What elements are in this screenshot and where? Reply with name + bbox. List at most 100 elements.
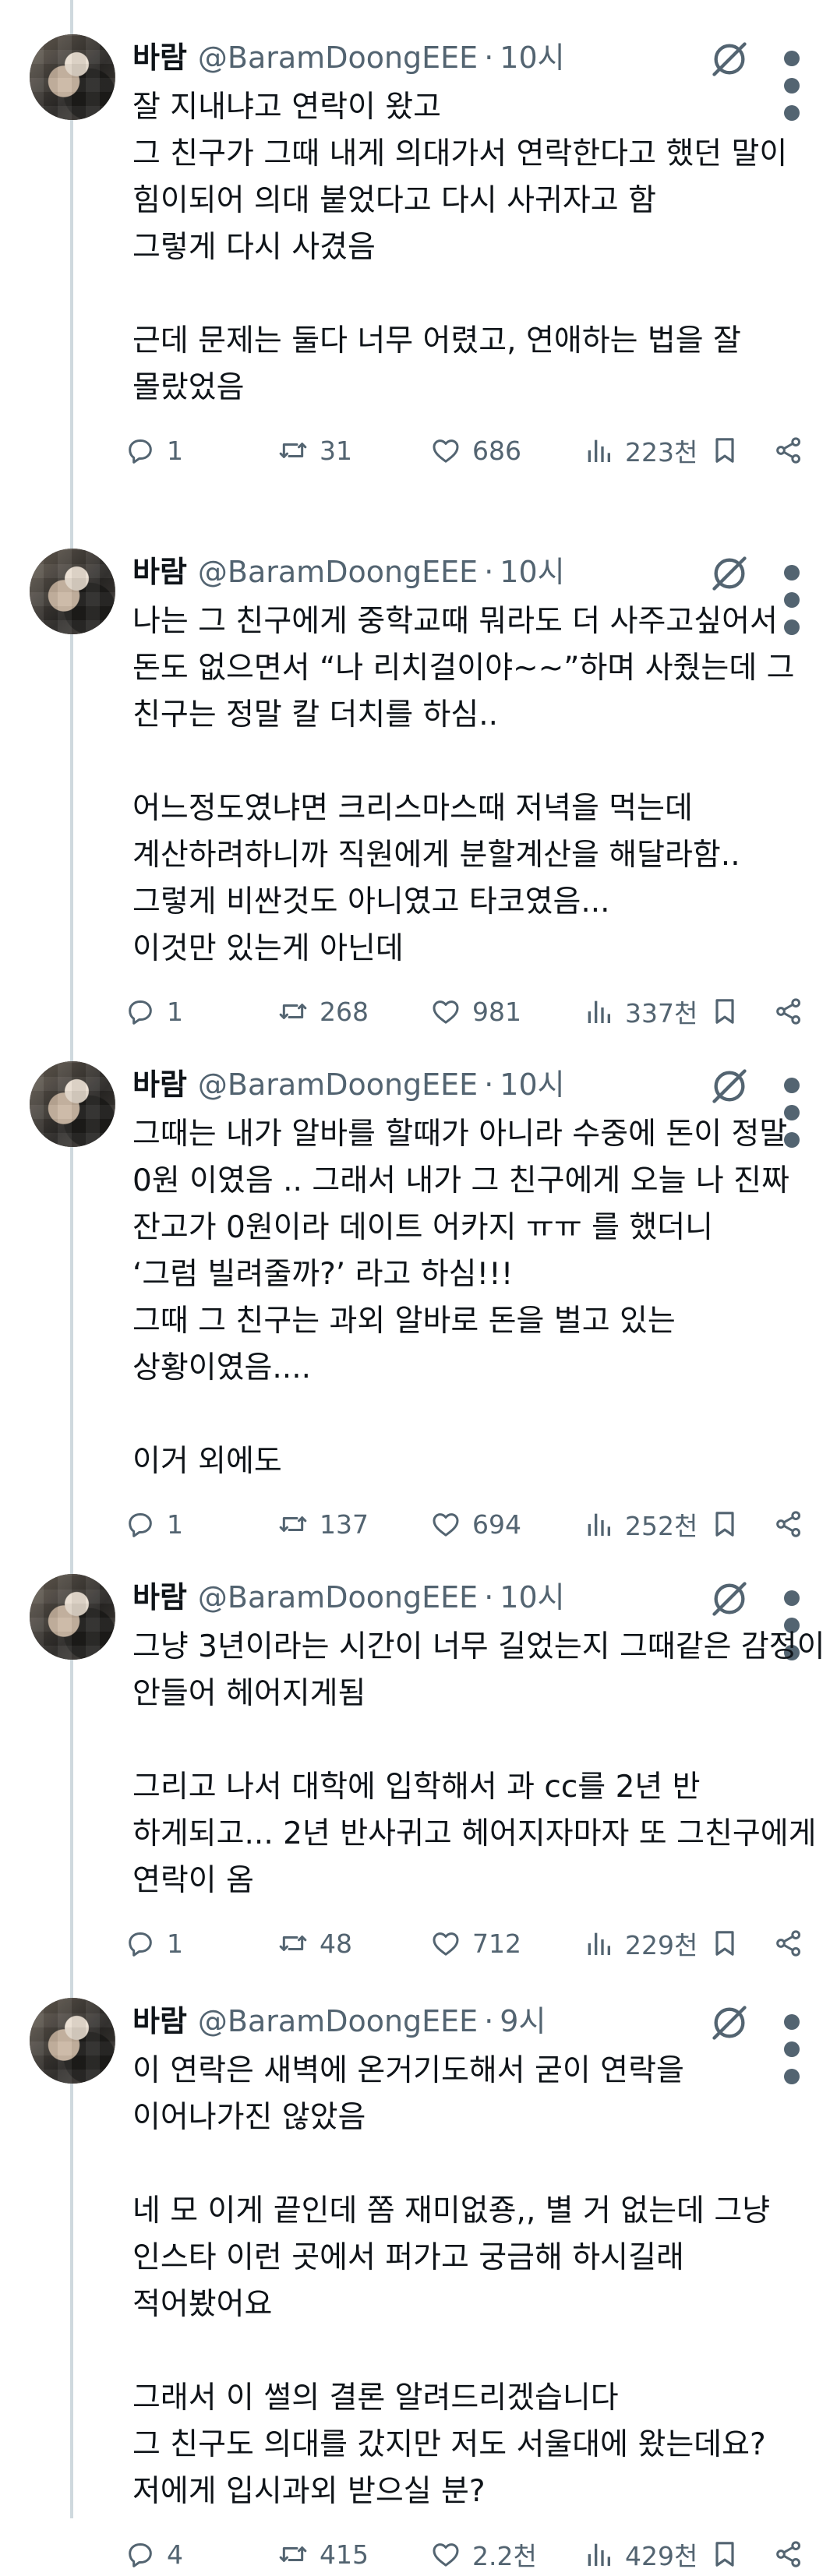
share-icon <box>773 1509 804 1540</box>
author-name[interactable]: 바람 <box>132 1064 187 1105</box>
reply-button[interactable]: 1 <box>125 990 183 1033</box>
separator-dot: · <box>484 41 494 75</box>
share-button[interactable] <box>773 990 804 1033</box>
reply-count: 1 <box>167 996 183 1027</box>
retweet-button[interactable]: 415 <box>277 2532 369 2576</box>
like-count: 694 <box>472 1509 521 1540</box>
tweet-text-line: ‘그럼 빌려줄까?’ 라고 하심!!! <box>132 1257 514 1292</box>
bookmark-icon <box>709 435 740 466</box>
tweet-text-line: 그때는 내가 알바를 할때가 아니라 수중에 돈이 정말 <box>132 1117 788 1152</box>
tweet-timestamp[interactable]: 10시 <box>500 552 564 592</box>
paragraph-break <box>132 2328 818 2375</box>
paragraph-break <box>132 271 818 318</box>
tweet-timestamp[interactable]: 10시 <box>500 1577 564 1618</box>
tweet-timestamp[interactable]: 10시 <box>500 1064 564 1105</box>
like-button[interactable]: 712 <box>430 1921 521 1965</box>
retweet-icon <box>277 1509 320 1540</box>
author-name[interactable]: 바람 <box>132 1577 187 1618</box>
views-bar-chart-icon <box>583 996 625 1027</box>
more-dots-icon[interactable] <box>776 1066 807 1148</box>
views-button[interactable]: 252천 <box>583 1502 698 1546</box>
separator-dot: · <box>484 2004 494 2038</box>
grok-icon[interactable] <box>709 1579 750 1619</box>
tweet-text-line: 친구는 정말 칼 더치를 하심.. <box>132 697 499 732</box>
share-icon <box>773 2539 804 2570</box>
like-count: 686 <box>472 435 521 466</box>
views-button[interactable]: 337천 <box>583 990 698 1033</box>
retweet-count: 48 <box>320 1928 352 1959</box>
more-dots-icon[interactable] <box>776 39 807 121</box>
tweet-timestamp[interactable]: 10시 <box>500 37 564 78</box>
bookmark-button[interactable] <box>709 1921 740 1965</box>
author-name[interactable]: 바람 <box>132 37 187 78</box>
avatar[interactable] <box>30 1061 115 1147</box>
share-button[interactable] <box>773 1921 804 1965</box>
author-handle[interactable]: @BaramDoongEEE <box>198 552 478 592</box>
tweet-text-line: 연락이 옴 <box>132 1863 254 1898</box>
more-dots-icon[interactable] <box>776 1579 807 1660</box>
tweet-actions: 1 137 694 252천 <box>125 1502 811 1546</box>
tweet-text-line: 적어봤어요 <box>132 2287 273 2322</box>
author-handle[interactable]: @BaramDoongEEE <box>198 2001 478 2041</box>
tweet-text-line: 계산하려하니까 직원에게 분할계산을 해달라함.. <box>132 838 740 873</box>
author-handle[interactable]: @BaramDoongEEE <box>198 37 478 78</box>
author-name[interactable]: 바람 <box>132 552 187 592</box>
retweet-count: 415 <box>320 2539 369 2570</box>
separator-dot: · <box>484 1067 494 1102</box>
views-button[interactable]: 223천 <box>583 429 698 472</box>
reply-button[interactable]: 1 <box>125 1502 183 1546</box>
grok-icon[interactable] <box>709 1066 750 1106</box>
retweet-button[interactable]: 268 <box>277 990 369 1033</box>
bookmark-button[interactable] <box>709 1502 740 1546</box>
share-button[interactable] <box>773 1502 804 1546</box>
like-button[interactable]: 2.2천 <box>430 2532 537 2576</box>
reply-button[interactable]: 1 <box>125 1921 183 1965</box>
tweet-text: 이 연락은 새벽에 온거기도해서 굳이 연락을 이어나가진 않았음 네 모 이게 끝… <box>132 2048 818 2515</box>
bookmark-icon <box>709 1928 740 1959</box>
retweet-count: 137 <box>320 1509 369 1540</box>
retweet-icon <box>277 996 320 1027</box>
avatar[interactable] <box>30 1998 115 2084</box>
grok-icon[interactable] <box>709 553 750 594</box>
avatar[interactable] <box>30 34 115 120</box>
author-name[interactable]: 바람 <box>132 2001 187 2041</box>
retweet-button[interactable]: 48 <box>277 1921 352 1965</box>
tweet-text-line: 이어나가진 않았음 <box>132 2100 366 2135</box>
bookmark-button[interactable] <box>709 429 740 472</box>
grok-icon[interactable] <box>709 39 750 79</box>
avatar[interactable] <box>30 1574 115 1660</box>
tweet-text-line: 나는 그 친구에게 중학교때 뭐라도 더 사주고싶어서 <box>132 604 778 639</box>
tweet-timestamp[interactable]: 9시 <box>500 2001 546 2041</box>
bookmark-button[interactable] <box>709 2532 740 2576</box>
tweet-text-line: 안들어 헤어지게됨 <box>132 1676 366 1711</box>
tweet-text-line: 네 모 이게 끝인데 쫌 재미없죵,, 별 거 없는데 그냥 <box>132 2193 771 2228</box>
tweet-text-line: 잘 지내냐고 연락이 왔고 <box>132 90 441 125</box>
reply-button[interactable]: 4 <box>125 2532 183 2576</box>
tweet-text-line: 그리고 나서 대학에 입학해서 과 cc를 2년 반 <box>132 1770 701 1805</box>
views-button[interactable]: 229천 <box>583 1921 698 1965</box>
retweet-button[interactable]: 137 <box>277 1502 369 1546</box>
reply-button[interactable]: 1 <box>125 429 183 472</box>
author-handle[interactable]: @BaramDoongEEE <box>198 1064 478 1105</box>
tweet-text-line: 인스타 이런 곳에서 퍼가고 궁금해 하시길래 <box>132 2240 684 2275</box>
like-button[interactable]: 686 <box>430 429 521 472</box>
views-button[interactable]: 429천 <box>583 2532 698 2576</box>
more-dots-icon[interactable] <box>776 2003 807 2084</box>
bookmark-button[interactable] <box>709 990 740 1033</box>
avatar[interactable] <box>30 549 115 634</box>
retweet-button[interactable]: 31 <box>277 429 352 472</box>
views-count: 229천 <box>625 1930 698 1960</box>
like-button[interactable]: 694 <box>430 1502 521 1546</box>
share-button[interactable] <box>773 2532 804 2576</box>
more-dots-icon[interactable] <box>776 553 807 635</box>
share-button[interactable] <box>773 429 804 472</box>
grok-icon[interactable] <box>709 2003 750 2043</box>
like-button[interactable]: 981 <box>430 990 521 1033</box>
paragraph-break <box>132 1392 818 1438</box>
tweet-text-line: 어느정도였냐면 크리스마스때 저녁을 먹는데 <box>132 791 693 826</box>
tweet-text-line: 이것만 있는게 아닌데 <box>132 931 404 966</box>
paragraph-break <box>132 2141 818 2188</box>
avatar-mosaic <box>30 1998 115 2084</box>
author-handle[interactable]: @BaramDoongEEE <box>198 1577 478 1618</box>
tweet-text: 잘 지내냐고 연락이 왔고 그 친구가 그때 내게 의대가서 연락한다고 했던 말… <box>132 84 818 411</box>
